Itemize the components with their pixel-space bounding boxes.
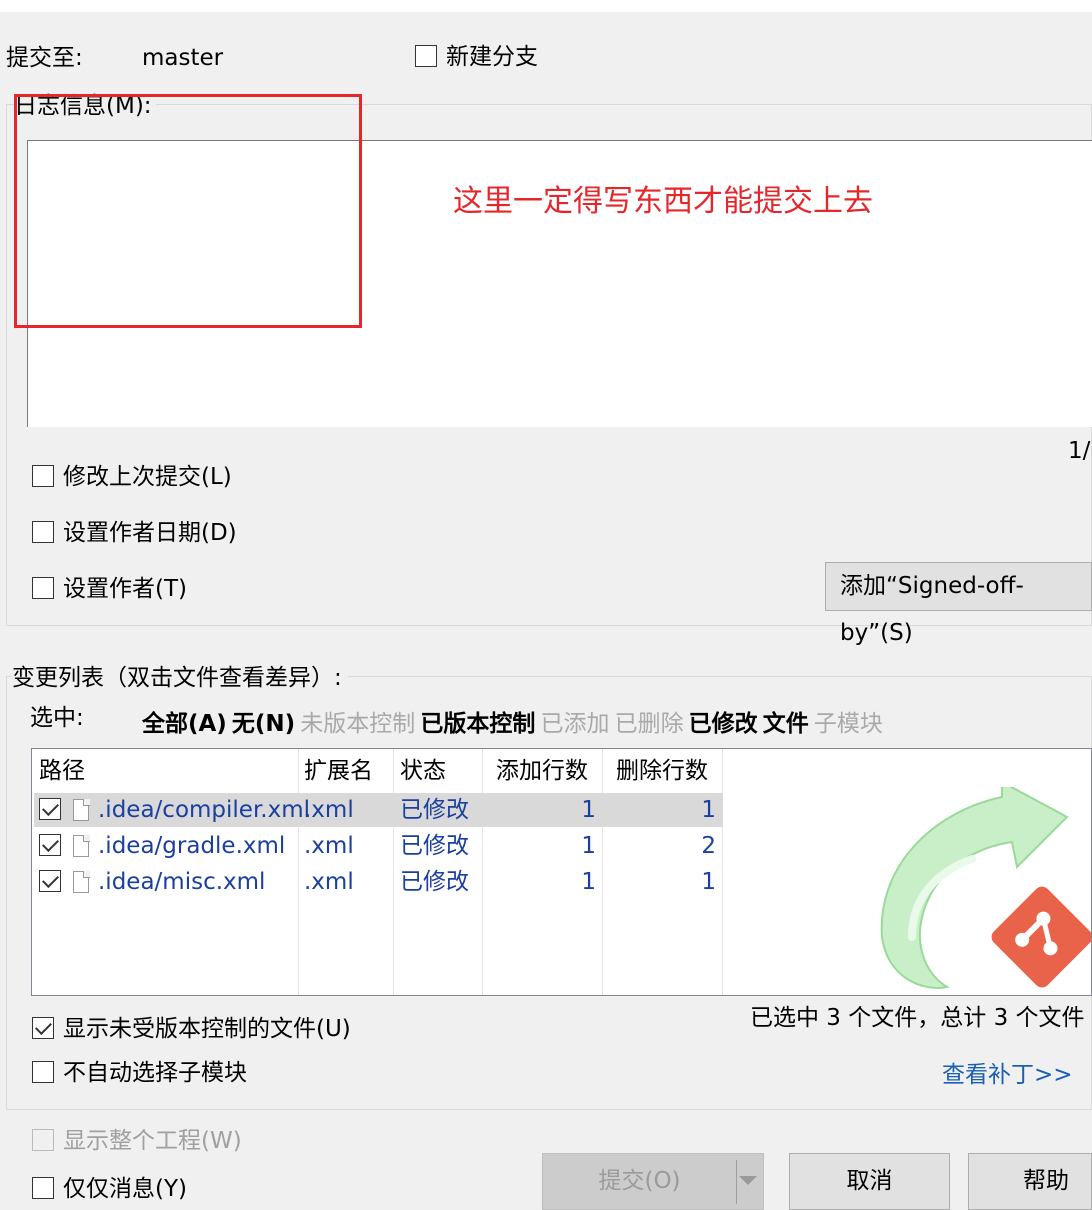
selection-summary: 已选中 3 个文件，总计 3 个文件 (750, 1005, 1085, 1031)
cancel-button[interactable]: 取消 (789, 1153, 950, 1210)
annotation-highlight-box (14, 94, 362, 328)
select-all-link[interactable]: 全部(A) (142, 711, 227, 737)
show-whole-project-label: 显示整个工程(W) (63, 1128, 242, 1154)
commit-button-label[interactable]: 提交(O) (543, 1154, 736, 1209)
title-strip (0, 0, 1092, 12)
row-lines-removed: 1 (701, 869, 716, 895)
row-path: .idea/misc.xml (98, 869, 266, 895)
row-checkbox[interactable] (39, 834, 61, 856)
select-added-link: 已添加 (540, 711, 610, 737)
row-lines-removed: 1 (701, 797, 716, 823)
chevron-down-icon[interactable] (739, 1176, 757, 1185)
column-header-status[interactable]: 状态 (400, 749, 446, 789)
row-status: 已修改 (400, 869, 469, 895)
column-header-lines-removed[interactable]: 删除行数 (616, 749, 708, 789)
set-author-date-label: 设置作者日期(D) (63, 520, 237, 546)
row-checkbox[interactable] (39, 798, 61, 820)
new-branch-label: 新建分支 (446, 44, 538, 70)
select-label: 选中: (30, 705, 84, 731)
file-icon (73, 798, 90, 821)
select-submodules-link: 子模块 (813, 711, 883, 737)
message-only-label: 仅仅消息(Y) (63, 1176, 187, 1202)
column-header-lines-added[interactable]: 添加行数 (496, 749, 588, 789)
column-header-path[interactable]: 路径 (39, 749, 85, 789)
column-header-extension[interactable]: 扩展名 (304, 749, 373, 789)
select-unversioned-link: 未版本控制 (300, 711, 416, 737)
split-divider (736, 1160, 737, 1204)
git-logo-icon (991, 886, 1091, 988)
set-author-date-checkbox[interactable] (32, 521, 54, 543)
row-extension: .xml (304, 869, 354, 895)
show-unversioned-label: 显示未受版本控制的文件(U) (63, 1016, 351, 1042)
amend-checkbox[interactable] (32, 465, 54, 487)
select-modified-link[interactable]: 已修改 (689, 711, 758, 737)
set-author-label: 设置作者(T) (63, 576, 187, 602)
table-row[interactable]: .idea/misc.xml .xml 已修改 1 1 (34, 865, 723, 899)
message-only-checkbox[interactable] (32, 1177, 54, 1199)
row-lines-added: 1 (581, 797, 596, 823)
select-versioned-link[interactable]: 已版本控制 (420, 711, 535, 737)
row-extension: .xml (304, 833, 354, 859)
row-path: .idea/gradle.xml (98, 833, 286, 859)
changes-list[interactable]: 路径 扩展名 状态 添加行数 删除行数 .idea/compiler.xml .… (31, 748, 1092, 996)
row-lines-removed: 2 (701, 833, 716, 859)
table-row[interactable]: .idea/compiler.xml .xml 已修改 1 1 (34, 793, 723, 827)
help-button[interactable]: 帮助 (968, 1153, 1092, 1210)
amend-label: 修改上次提交(L) (63, 464, 232, 490)
table-row[interactable]: .idea/gradle.xml .xml 已修改 1 2 (34, 829, 723, 863)
select-deleted-link: 已删除 (614, 711, 684, 737)
select-none-link[interactable]: 无(N) (232, 711, 295, 737)
new-branch-checkbox[interactable] (415, 45, 437, 67)
branch-name: master (142, 45, 224, 71)
row-status: 已修改 (400, 833, 469, 859)
select-files-link[interactable]: 文件 (763, 711, 809, 737)
annotation-text: 这里一定得写东西才能提交上去 (453, 184, 873, 219)
show-whole-project-checkbox[interactable] (32, 1129, 54, 1151)
row-extension: .xml (304, 797, 354, 823)
row-lines-added: 1 (581, 833, 596, 859)
set-author-checkbox[interactable] (32, 577, 54, 599)
row-lines-added: 1 (581, 869, 596, 895)
row-status: 已修改 (400, 797, 469, 823)
commit-to-label: 提交至: (6, 45, 83, 71)
row-checkbox[interactable] (39, 870, 61, 892)
commit-split-button[interactable]: 提交(O) (542, 1153, 764, 1210)
row-path: .idea/compiler.xml (98, 797, 311, 823)
tortoisegit-commit-arrow-icon (880, 787, 1091, 989)
view-patch-link[interactable]: 查看补丁>> (942, 1055, 1073, 1089)
file-icon (73, 870, 90, 893)
signed-off-by-button[interactable]: 添加“Signed-off-by”(S) (825, 562, 1092, 646)
no-auto-select-submodules-checkbox[interactable] (32, 1061, 54, 1083)
message-counter: 1/ (1068, 438, 1091, 464)
select-options: 全部(A) 无(N) 未版本控制 已版本控制 已添加 已删除 已修改 文件 子模… (142, 704, 883, 737)
show-unversioned-checkbox[interactable] (32, 1017, 54, 1039)
changes-label: 变更列表（双击文件查看差异）: (12, 664, 348, 692)
no-auto-select-submodules-label: 不自动选择子模块 (63, 1060, 247, 1086)
file-icon (73, 834, 90, 857)
